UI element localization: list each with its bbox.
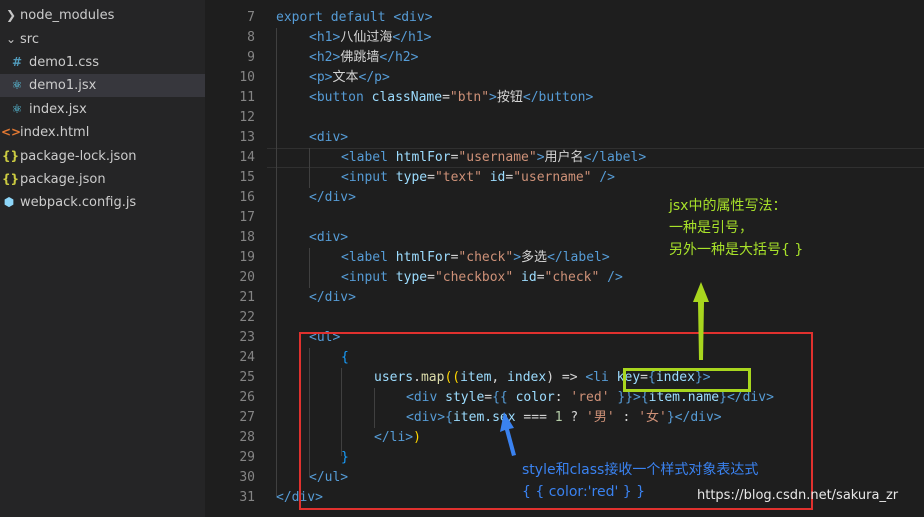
green-note-line: 另外一种是大括号{ } [669,242,804,258]
green-note-line: jsx中的属性写法： [669,198,787,214]
green-note-line: 一种是引号， [669,220,753,236]
blue-note-line: style和class接收一个样式对象表达式 [522,462,759,478]
green-arrow-icon [693,282,709,360]
green-annotation-note: jsx中的属性写法： 一种是引号， 另外一种是大括号{ } [669,195,919,261]
blue-arrow-icon [500,412,516,456]
watermark: https://blog.csdn.net/sakura_zr [697,488,899,503]
